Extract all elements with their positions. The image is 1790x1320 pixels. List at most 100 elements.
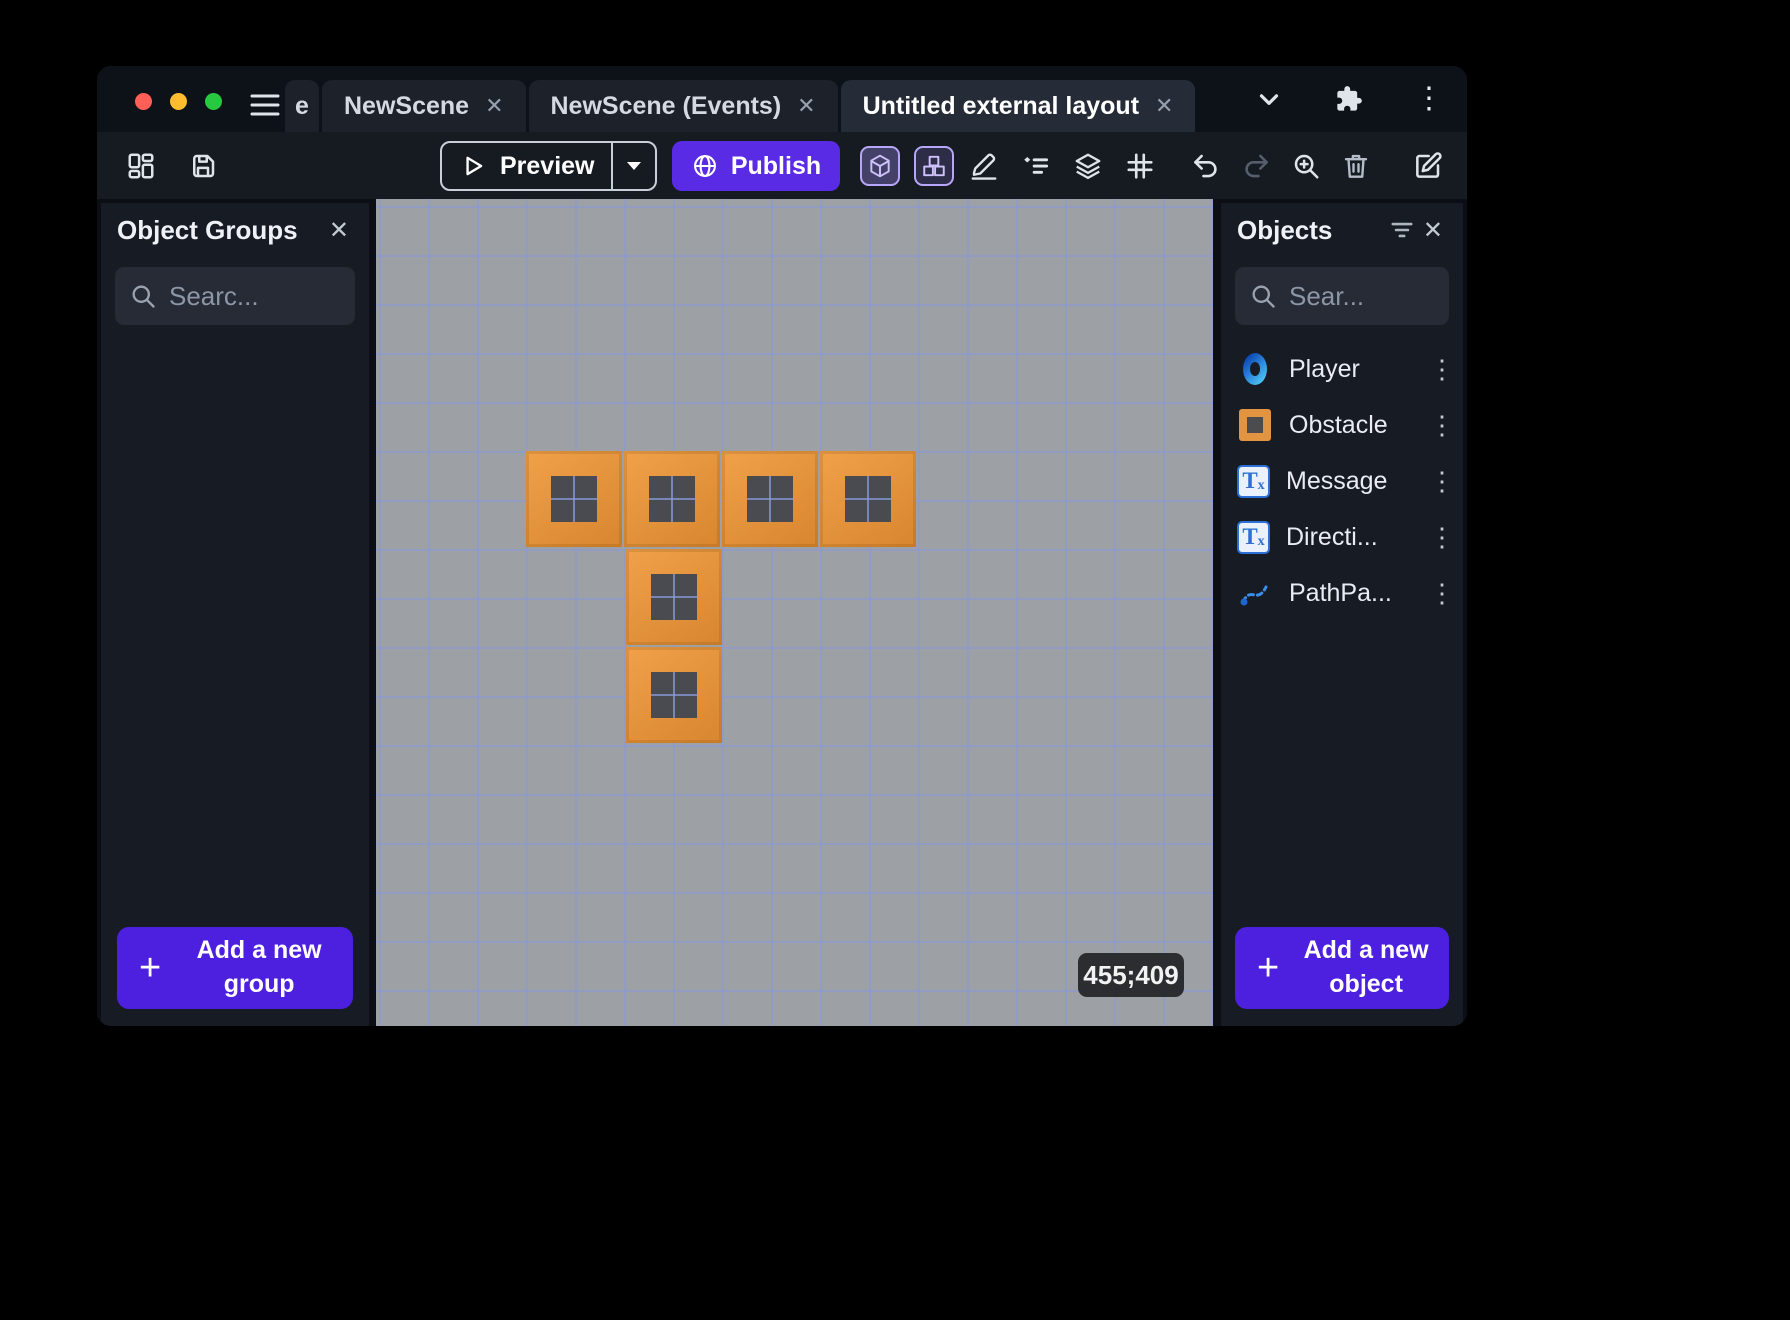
- obstacle-block-instance[interactable]: [626, 549, 722, 645]
- object-search-input[interactable]: [1289, 281, 1435, 312]
- obstacle-block-instance[interactable]: [624, 451, 720, 547]
- object-list: Player⋮Obstacle⋮TxMessage⋮TxDirecti...⋮P…: [1221, 341, 1463, 621]
- search-icon: [129, 282, 157, 310]
- view-3d-button[interactable]: [860, 146, 900, 186]
- add-object-label: Add a new object: [1295, 934, 1437, 1002]
- view-instances-button[interactable]: [914, 146, 954, 186]
- scene-canvas[interactable]: 455;409: [376, 199, 1213, 1026]
- instance-properties-button[interactable]: [1018, 148, 1054, 184]
- object-list-item[interactable]: TxDirecti...⋮: [1221, 509, 1463, 565]
- content-area: Object Groups ✕ + Add a new group 455;40…: [97, 199, 1467, 1026]
- tab-partial[interactable]: e: [285, 80, 319, 132]
- object-list-item[interactable]: Obstacle ⋮: [1221, 397, 1463, 453]
- project-manager-button[interactable]: [123, 148, 159, 184]
- player-icon: [1237, 351, 1273, 387]
- layout-panels-icon: [126, 151, 156, 181]
- object-label: Obstacle: [1289, 411, 1413, 440]
- object-label: PathPa...: [1289, 579, 1413, 608]
- tab-label: e: [295, 92, 309, 121]
- zoom-button[interactable]: [1288, 148, 1324, 184]
- layers-icon: [1073, 151, 1103, 181]
- publish-button[interactable]: Publish: [672, 141, 840, 191]
- obstacle-block-instance[interactable]: [626, 647, 722, 743]
- tab-close-icon[interactable]: ✕: [797, 93, 815, 119]
- caret-down-icon: [625, 159, 643, 173]
- kebab-menu-icon[interactable]: ⋮: [1429, 522, 1451, 553]
- chevron-down-icon: [1254, 84, 1284, 114]
- draw-button[interactable]: [966, 148, 1002, 184]
- object-label: Message: [1286, 467, 1413, 496]
- hamburger-menu-button[interactable]: [247, 87, 283, 123]
- edit-scene-button[interactable]: [1410, 148, 1446, 184]
- list-icon: [1021, 151, 1051, 181]
- tab-untitled-external-layout[interactable]: Untitled external layout ✕: [841, 80, 1196, 132]
- cursor-coordinates-badge: 455;409: [1078, 953, 1184, 997]
- tab-bar: e NewScene ✕ NewScene (Events) ✕ Untitle…: [97, 66, 1467, 132]
- tab-label: Untitled external layout: [863, 92, 1139, 121]
- delete-button[interactable]: [1338, 148, 1374, 184]
- globe-icon: [691, 152, 719, 180]
- kebab-menu-icon[interactable]: ⋮: [1429, 410, 1451, 441]
- window-menu-button[interactable]: ⋮: [1411, 81, 1447, 117]
- save-icon: [188, 151, 218, 181]
- layers-button[interactable]: [1070, 148, 1106, 184]
- play-icon: [460, 153, 486, 179]
- close-icon: ✕: [1423, 216, 1443, 245]
- zoom-window-button[interactable]: [205, 93, 222, 110]
- object-list-item[interactable]: PathPa... ⋮: [1221, 565, 1463, 621]
- tab-strip: e NewScene ✕ NewScene (Events) ✕ Untitle…: [285, 80, 1195, 132]
- extensions-button[interactable]: [1331, 81, 1367, 117]
- publish-label: Publish: [731, 152, 821, 181]
- group-search-input[interactable]: [169, 281, 341, 312]
- preview-dropdown-button[interactable]: [613, 143, 655, 189]
- trash-icon: [1341, 151, 1371, 181]
- close-icon: ✕: [329, 216, 349, 245]
- object-list-item[interactable]: TxMessage⋮: [1221, 453, 1463, 509]
- kebab-menu-icon[interactable]: ⋮: [1429, 354, 1451, 385]
- redo-icon: [1241, 151, 1271, 181]
- objects-panel: Objects ✕ Player⋮Obstacle⋮TxMessage⋮TxDi…: [1221, 203, 1463, 1026]
- tabs-overflow-button[interactable]: [1251, 81, 1287, 117]
- panel-title: Object Groups: [117, 215, 325, 246]
- obstacle-block-instance[interactable]: [722, 451, 818, 547]
- tab-label: NewScene: [344, 92, 469, 121]
- filter-objects-button[interactable]: [1385, 213, 1419, 247]
- object-groups-panel: Object Groups ✕ + Add a new group: [101, 203, 369, 1026]
- kebab-menu-icon[interactable]: ⋮: [1429, 578, 1451, 609]
- redo-button[interactable]: [1238, 148, 1274, 184]
- tab-close-icon[interactable]: ✕: [1155, 93, 1173, 119]
- close-window-button[interactable]: [135, 93, 152, 110]
- filter-icon: [1389, 217, 1415, 243]
- kebab-menu-icon: ⋮: [1414, 84, 1444, 114]
- close-panel-button[interactable]: ✕: [1419, 212, 1447, 249]
- object-list-item[interactable]: Player⋮: [1221, 341, 1463, 397]
- panel-title: Objects: [1237, 215, 1385, 246]
- cubes-icon: [921, 153, 947, 179]
- preview-label: Preview: [500, 152, 595, 181]
- tab-newscene-events[interactable]: NewScene (Events) ✕: [529, 80, 838, 132]
- path-icon: [1237, 575, 1273, 611]
- close-panel-button[interactable]: ✕: [325, 212, 353, 249]
- zoom-in-icon: [1291, 151, 1321, 181]
- obstacle-block-instance[interactable]: [820, 451, 916, 547]
- undo-icon: [1191, 151, 1221, 181]
- app-window: e NewScene ✕ NewScene (Events) ✕ Untitle…: [97, 66, 1467, 1026]
- add-object-button[interactable]: + Add a new object: [1235, 927, 1449, 1009]
- grid-button[interactable]: [1122, 148, 1158, 184]
- minimize-window-button[interactable]: [170, 93, 187, 110]
- save-button[interactable]: [185, 148, 221, 184]
- add-group-button[interactable]: + Add a new group: [117, 927, 353, 1009]
- pencil-icon: [969, 151, 999, 181]
- tab-newscene[interactable]: NewScene ✕: [322, 80, 526, 132]
- undo-button[interactable]: [1188, 148, 1224, 184]
- toolbar: Preview Publish: [97, 132, 1467, 199]
- preview-button[interactable]: Preview: [440, 141, 657, 191]
- obstacle-block-instance[interactable]: [526, 451, 622, 547]
- tab-label: NewScene (Events): [551, 92, 782, 121]
- window-controls: [135, 93, 222, 110]
- search-icon: [1249, 282, 1277, 310]
- tabbar-actions: ⋮: [1251, 66, 1447, 132]
- tab-close-icon[interactable]: ✕: [485, 93, 503, 119]
- kebab-menu-icon[interactable]: ⋮: [1429, 466, 1451, 497]
- cube-3d-icon: [867, 153, 893, 179]
